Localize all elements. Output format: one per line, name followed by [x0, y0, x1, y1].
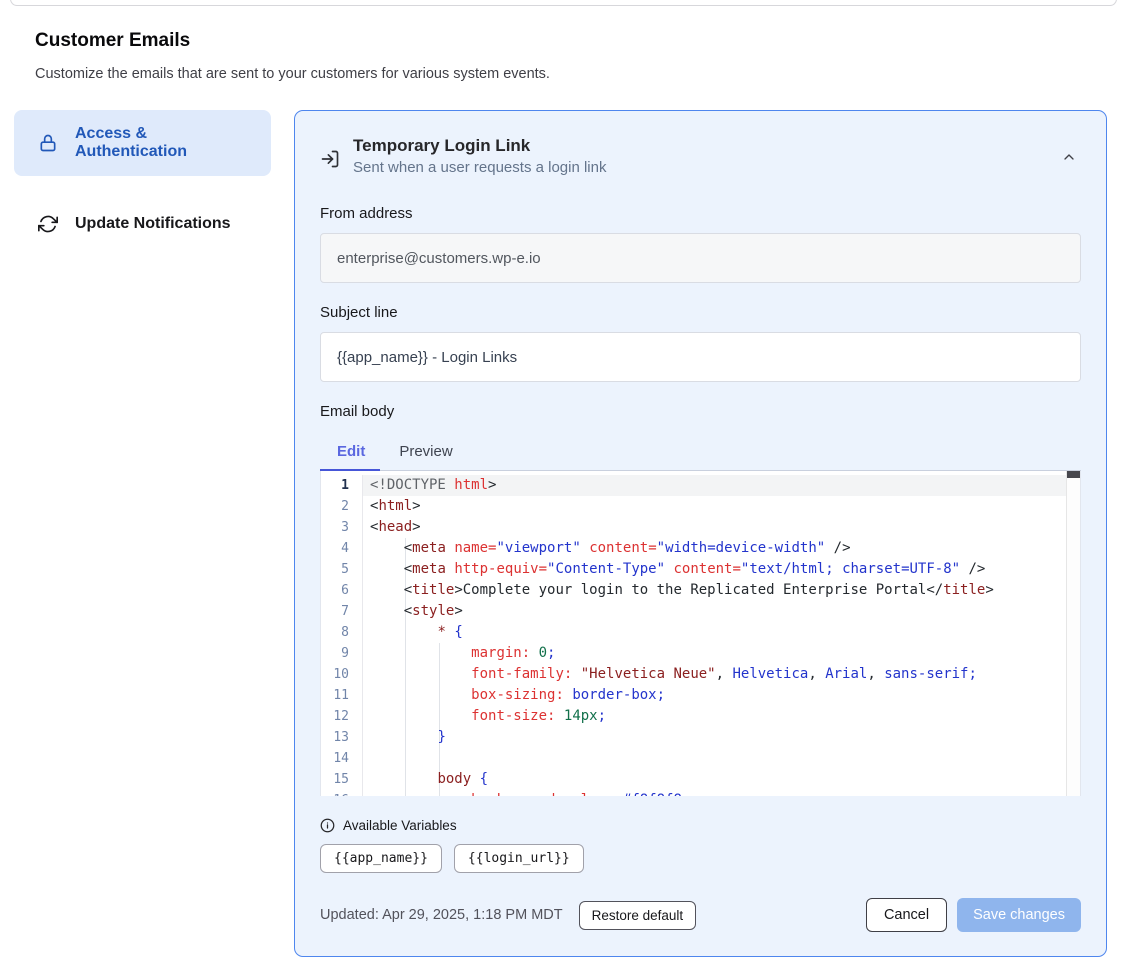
code-line: 15 body { — [321, 769, 1080, 790]
code-line: 12 font-size: 14px; — [321, 706, 1080, 727]
line-number: 15 — [321, 769, 363, 790]
line-number: 8 — [321, 622, 363, 643]
code-line: 2<html> — [321, 496, 1080, 517]
card-header: Temporary Login Link Sent when a user re… — [320, 135, 1081, 179]
editor-tabs: Edit Preview — [320, 435, 1081, 471]
subject-line-label: Subject line — [320, 302, 1081, 324]
available-variables-label: Available Variables — [343, 818, 457, 833]
info-icon — [320, 818, 335, 833]
code-line: 8 * { — [321, 622, 1080, 643]
card-footer: Updated: Apr 29, 2025, 1:18 PM MDT Resto… — [320, 898, 1081, 932]
card-title: Temporary Login Link — [353, 135, 1057, 157]
restore-default-button[interactable]: Restore default — [579, 901, 697, 930]
collapse-button[interactable] — [1057, 145, 1081, 169]
code-line: 11 box-sizing: border-box; — [321, 685, 1080, 706]
line-number: 2 — [321, 496, 363, 517]
code-line: 9 margin: 0; — [321, 643, 1080, 664]
code-line: 6 <title>Complete your login to the Repl… — [321, 580, 1080, 601]
line-number: 6 — [321, 580, 363, 601]
editor-scrollbar-thumb[interactable] — [1067, 471, 1080, 478]
code-editor[interactable]: 1<!DOCTYPE html>2<html>3<head>4 <meta na… — [320, 471, 1081, 796]
sidebar-item-access-authentication[interactable]: Access & Authentication — [14, 110, 271, 176]
email-body-label: Email body — [320, 401, 1081, 423]
line-number: 4 — [321, 538, 363, 559]
code-editor-content: 1<!DOCTYPE html>2<html>3<head>4 <meta na… — [321, 471, 1080, 796]
line-number: 11 — [321, 685, 363, 706]
from-address-label: From address — [320, 203, 1081, 225]
chevron-up-icon — [1061, 149, 1077, 165]
from-address-input[interactable] — [320, 233, 1081, 283]
line-number: 3 — [321, 517, 363, 538]
code-line: 4 <meta name="viewport" content="width=d… — [321, 538, 1080, 559]
sidebar-item-label: Update Notifications — [75, 215, 231, 233]
editor-scrollbar[interactable] — [1066, 471, 1080, 796]
line-number: 5 — [321, 559, 363, 580]
line-number: 16 — [321, 790, 363, 796]
code-line: 3<head> — [321, 517, 1080, 538]
log-in-icon — [320, 149, 340, 169]
email-settings-card: Temporary Login Link Sent when a user re… — [294, 110, 1107, 957]
sidebar: Access & Authentication Update Notificat… — [14, 110, 271, 249]
page-title: Customer Emails — [35, 30, 190, 52]
code-line: 14 — [321, 748, 1080, 769]
code-line: 5 <meta http-equiv="Content-Type" conten… — [321, 559, 1080, 580]
line-number: 7 — [321, 601, 363, 622]
code-line: 1<!DOCTYPE html> — [321, 475, 1080, 496]
line-number: 1 — [321, 475, 363, 496]
updated-timestamp: Updated: Apr 29, 2025, 1:18 PM MDT — [320, 907, 563, 923]
sidebar-item-label: Access & Authentication — [75, 125, 259, 161]
previous-card-bottom-edge — [10, 0, 1117, 6]
tab-edit[interactable]: Edit — [320, 435, 382, 470]
code-line: 10 font-family: "Helvetica Neue", Helvet… — [321, 664, 1080, 685]
line-number: 13 — [321, 727, 363, 748]
card-subtitle: Sent when a user requests a login link — [353, 157, 1057, 179]
code-line: 7 <style> — [321, 601, 1080, 622]
code-line: 16 background-color: #f8f8f8; — [321, 790, 1080, 796]
variable-chip-login-url[interactable]: {{login_url}} — [454, 844, 584, 873]
lock-icon — [38, 133, 58, 153]
save-changes-button[interactable]: Save changes — [957, 898, 1081, 932]
line-number: 9 — [321, 643, 363, 664]
code-line: 13 } — [321, 727, 1080, 748]
variable-chips: {{app_name}} {{login_url}} — [320, 844, 1081, 873]
line-number: 10 — [321, 664, 363, 685]
subject-line-input[interactable] — [320, 332, 1081, 382]
page-description: Customize the emails that are sent to yo… — [35, 66, 550, 82]
cancel-button[interactable]: Cancel — [866, 898, 947, 932]
tab-preview[interactable]: Preview — [382, 435, 469, 470]
line-number: 12 — [321, 706, 363, 727]
variable-chip-app-name[interactable]: {{app_name}} — [320, 844, 442, 873]
sidebar-item-update-notifications[interactable]: Update Notifications — [14, 199, 271, 249]
line-number: 14 — [321, 748, 363, 769]
refresh-icon — [38, 214, 58, 234]
